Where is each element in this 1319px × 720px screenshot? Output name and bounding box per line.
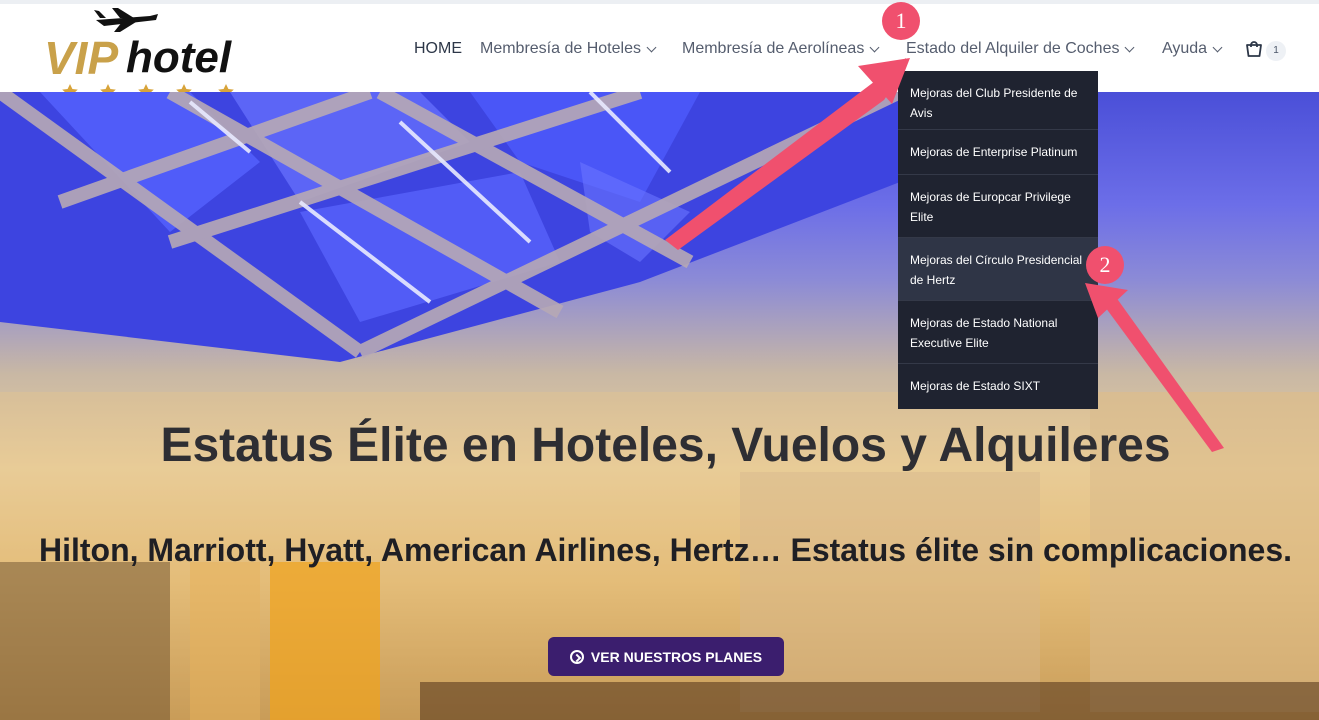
view-plans-label: VER NUESTROS PLANES — [590, 648, 763, 665]
hero-background-image — [0, 92, 1319, 720]
hero-title: Estatus Élite en Hoteles, Vuelos y Alqui… — [160, 419, 1171, 472]
view-plans-button[interactable]: VER NUESTROS PLANES — [548, 637, 784, 676]
dropdown-item-avis[interactable]: Mejoras del Club Presidente de Avis — [898, 71, 1098, 130]
hero-section: Estatus Élite en Hoteles, Vuelos y Alqui… — [0, 92, 1319, 720]
svg-text:VIP: VIP — [44, 32, 118, 84]
dropdown-item-label: Mejoras de Enterprise Platinum — [910, 145, 1078, 159]
chevron-down-icon — [1125, 42, 1135, 52]
nav-airline-membership[interactable]: Membresía de Aerolíneas — [682, 40, 880, 58]
cart-icon[interactable] — [1243, 39, 1265, 61]
dropdown-item-label: Mejoras de Estado SIXT — [910, 379, 1041, 393]
site-header: VIP hotel HOME Membresía de Hoteles Memb… — [0, 4, 1319, 96]
site-logo[interactable]: VIP hotel — [40, 6, 260, 96]
chevron-down-icon — [869, 42, 880, 52]
chevron-down-icon — [1212, 42, 1223, 52]
nav-home[interactable]: HOME — [414, 40, 462, 58]
dropdown-item-europcar[interactable]: Mejoras de Europcar Privilege Elite — [898, 175, 1098, 238]
dropdown-item-sixt[interactable]: Mejoras de Estado SIXT — [898, 364, 1098, 409]
nav-help[interactable]: Ayuda — [1162, 40, 1223, 58]
logo-graphic: VIP hotel — [44, 8, 234, 96]
nav-car-rental-status[interactable]: Estado del Alquiler de Coches — [906, 40, 1135, 58]
dropdown-item-label: Mejoras de Estado National Executive Eli… — [910, 316, 1058, 350]
dropdown-item-label: Mejoras de Europcar Privilege Elite — [910, 190, 1071, 224]
dropdown-item-enterprise[interactable]: Mejoras de Enterprise Platinum — [898, 130, 1098, 175]
annotation-step-1: 1 — [882, 2, 920, 40]
nav-help-label: Ayuda — [1162, 40, 1208, 57]
nav-home-label: HOME — [414, 40, 462, 57]
annotation-step-2: 2 — [1086, 246, 1124, 284]
dropdown-item-hertz[interactable]: Mejoras del Círculo Presidencial de Hert… — [898, 238, 1098, 301]
arrow-circle-right-icon — [569, 649, 584, 664]
car-rental-dropdown-menu: Mejoras del Club Presidente de Avis Mejo… — [898, 71, 1098, 409]
dropdown-item-national[interactable]: Mejoras de Estado National Executive Eli… — [898, 301, 1098, 364]
dropdown-item-label: Mejoras del Club Presidente de Avis — [910, 86, 1078, 120]
svg-text:hotel: hotel — [126, 33, 232, 82]
nav-airline-membership-label: Membresía de Aerolíneas — [682, 40, 865, 57]
chevron-down-icon — [646, 42, 657, 52]
nav-hotel-membership[interactable]: Membresía de Hoteles — [480, 40, 657, 58]
cart-count-badge: 1 — [1266, 41, 1286, 61]
dropdown-item-label: Mejoras del Círculo Presidencial de Hert… — [910, 253, 1083, 287]
hero-subtitle: Hilton, Marriott, Hyatt, American Airlin… — [38, 532, 1293, 568]
nav-car-rental-status-label: Estado del Alquiler de Coches — [906, 40, 1120, 57]
nav-hotel-membership-label: Membresía de Hoteles — [480, 40, 641, 57]
